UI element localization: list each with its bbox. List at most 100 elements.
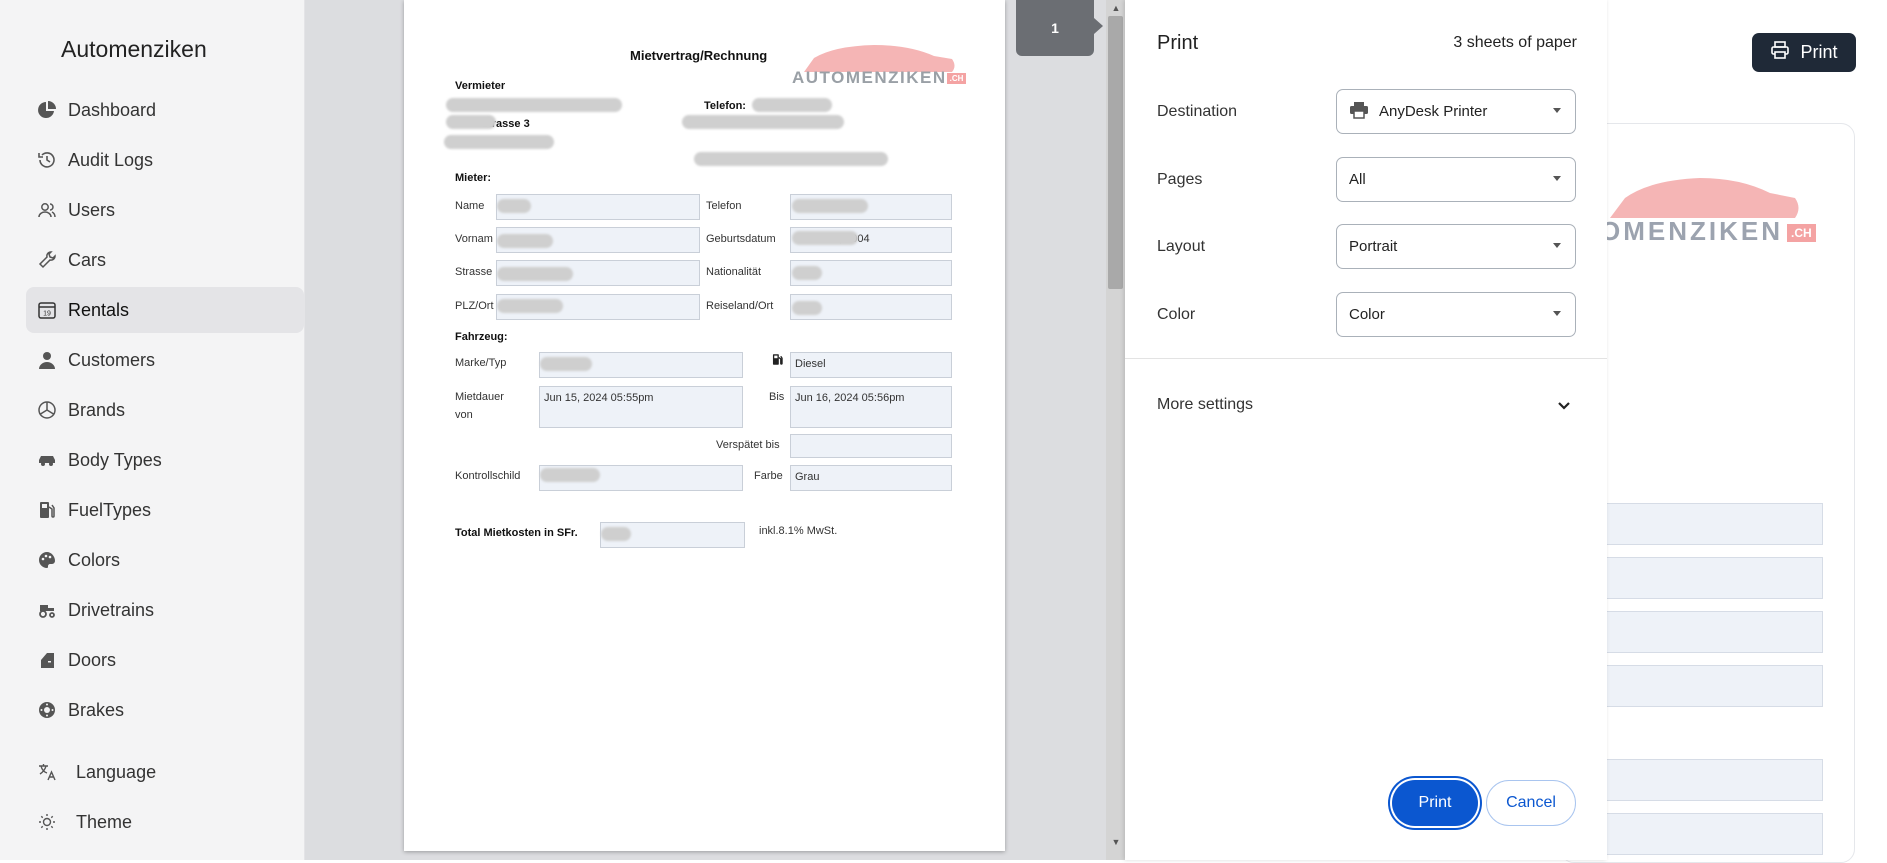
chevron-down-icon (1553, 108, 1561, 113)
color-select[interactable]: Color (1336, 292, 1576, 337)
redacted (792, 199, 868, 213)
doc-fuel-field: Diesel (790, 352, 952, 378)
sidebar-item-brands[interactable]: Brands (26, 387, 304, 433)
doc-farbe-value: Grau (795, 471, 820, 483)
sidebar-item-users[interactable]: Users (26, 187, 304, 233)
destination-value: AnyDesk Printer (1379, 103, 1488, 120)
sidebar-item-label: Rentals (68, 299, 130, 320)
printer-icon (1349, 101, 1369, 123)
doc-von-label: von (455, 409, 473, 421)
doc-name-label: Name (455, 200, 485, 212)
layout-select[interactable]: Portrait (1336, 224, 1576, 269)
sidebar-item-colors[interactable]: Colors (26, 537, 304, 583)
more-settings-toggle[interactable]: More settings (1157, 396, 1253, 414)
redacted (540, 357, 592, 371)
chevron-down-icon (1553, 176, 1561, 181)
print-button[interactable]: Print (1392, 780, 1478, 826)
sidebar-item-label: Body Types (68, 449, 162, 470)
doc-von-value: Jun 15, 2024 05:55pm (544, 392, 654, 404)
page-number-badge[interactable]: 1 (1016, 0, 1103, 56)
calendar-day: 19 (43, 311, 51, 318)
doc-fuel-value: Diesel (795, 358, 826, 370)
printer-icon (1770, 40, 1790, 65)
preview-scroll-thumb[interactable] (1108, 16, 1123, 289)
doc-kontrollschild-label: Kontrollschild (455, 470, 521, 482)
redacted (792, 231, 858, 245)
layout-label: Layout (1157, 238, 1206, 255)
bg-form-field[interactable] (1600, 813, 1823, 855)
pages-select[interactable]: All (1336, 157, 1576, 202)
sidebar-item-brakes[interactable]: Brakes (26, 687, 304, 733)
redacted (446, 115, 496, 129)
doc-von-field: Jun 15, 2024 05:55pm (539, 386, 743, 428)
redacted (601, 527, 631, 541)
sun-icon (36, 811, 58, 833)
sidebar-item-fueltypes[interactable]: FuelTypes (26, 487, 304, 533)
fuel-pump-icon (36, 499, 58, 521)
redacted (752, 98, 832, 112)
doc-nationalitaet-label: Nationalität (706, 266, 762, 278)
doc-telefon-label: Telefon (706, 200, 742, 212)
destination-select[interactable]: AnyDesk Printer (1336, 89, 1576, 134)
palette-icon (36, 549, 58, 571)
redacted (694, 152, 888, 166)
sidebar-item-label: FuelTypes (68, 499, 152, 520)
sidebar-item-audit-logs[interactable]: Audit Logs (26, 137, 304, 183)
sidebar-item-theme[interactable]: Theme (26, 799, 304, 845)
sidebar-item-body-types[interactable]: Body Types (26, 437, 304, 483)
bg-form-field[interactable] (1600, 759, 1823, 801)
doc-telefon-top: Telefon: (704, 100, 746, 112)
bg-form-field[interactable] (1600, 611, 1823, 653)
doc-logo: AUTOMENZIKEN .CH (792, 68, 967, 88)
redacted (540, 468, 600, 482)
tractor-icon (36, 599, 58, 621)
doc-marke-label: Marke/Typ (455, 357, 507, 369)
divider (1125, 358, 1607, 359)
destination-label: Destination (1157, 103, 1238, 120)
redacted (792, 266, 822, 280)
color-label: Color (1157, 306, 1196, 323)
sheet-count: 3 sheets of paper (1453, 34, 1577, 51)
doc-strasse-label: Strasse (455, 266, 493, 278)
sidebar-item-rentals[interactable]: 19 Rentals (26, 287, 304, 333)
redacted (497, 267, 573, 281)
sidebar-item-label: Doors (68, 649, 117, 670)
sidebar-item-customers[interactable]: Customers (26, 337, 304, 383)
customer-icon (36, 349, 58, 371)
scroll-down-arrow-icon[interactable]: ▼ (1110, 836, 1122, 848)
redacted (682, 115, 844, 129)
sidebar-item-label: Brands (68, 399, 126, 420)
chevron-down-icon[interactable] (1554, 396, 1574, 416)
bg-form-field[interactable] (1600, 557, 1823, 599)
sidebar-item-label: Theme (76, 811, 133, 832)
doc-verspaetet-label: Verspätet bis (716, 439, 780, 451)
bg-form-field[interactable] (1600, 503, 1823, 545)
doc-bis-value: Jun 16, 2024 05:56pm (795, 392, 905, 404)
scroll-up-arrow-icon[interactable]: ▲ (1110, 2, 1122, 14)
sidebar-item-language[interactable]: Language (26, 749, 304, 795)
doc-bis-label: Bis (769, 391, 785, 403)
doc-fahrzeug: Fahrzeug: (455, 331, 508, 343)
doc-logo-ch: .CH (946, 73, 967, 85)
doc-bis-field: Jun 16, 2024 05:56pm (790, 386, 952, 428)
chevron-down-icon (1553, 243, 1561, 248)
doc-logo-text: AUTOMENZIKEN (792, 68, 947, 87)
chevron-down-icon (1553, 311, 1561, 316)
brake-icon (36, 699, 58, 721)
bg-form-field[interactable] (1600, 665, 1823, 707)
sidebar-item-drivetrains[interactable]: Drivetrains (26, 587, 304, 633)
bg-logo: OMENZIKEN .CH (1600, 216, 1816, 247)
sidebar-item-cars[interactable]: Cars (26, 237, 304, 283)
sidebar-item-dashboard[interactable]: Dashboard (26, 87, 304, 133)
doc-mwst: inkl.8.1% MwSt. (759, 525, 838, 537)
cancel-button[interactable]: Cancel (1486, 780, 1576, 826)
pie-chart-icon (36, 99, 58, 121)
redacted (497, 299, 563, 313)
door-icon (36, 649, 58, 671)
sidebar-item-label: Brakes (68, 699, 125, 720)
sidebar-item-doors[interactable]: Doors (26, 637, 304, 683)
doc-plz-label: PLZ/Ort (455, 300, 494, 312)
wrench-icon (36, 249, 58, 271)
page-print-button[interactable]: Print (1752, 33, 1856, 72)
app-name: Automenziken (61, 36, 207, 62)
